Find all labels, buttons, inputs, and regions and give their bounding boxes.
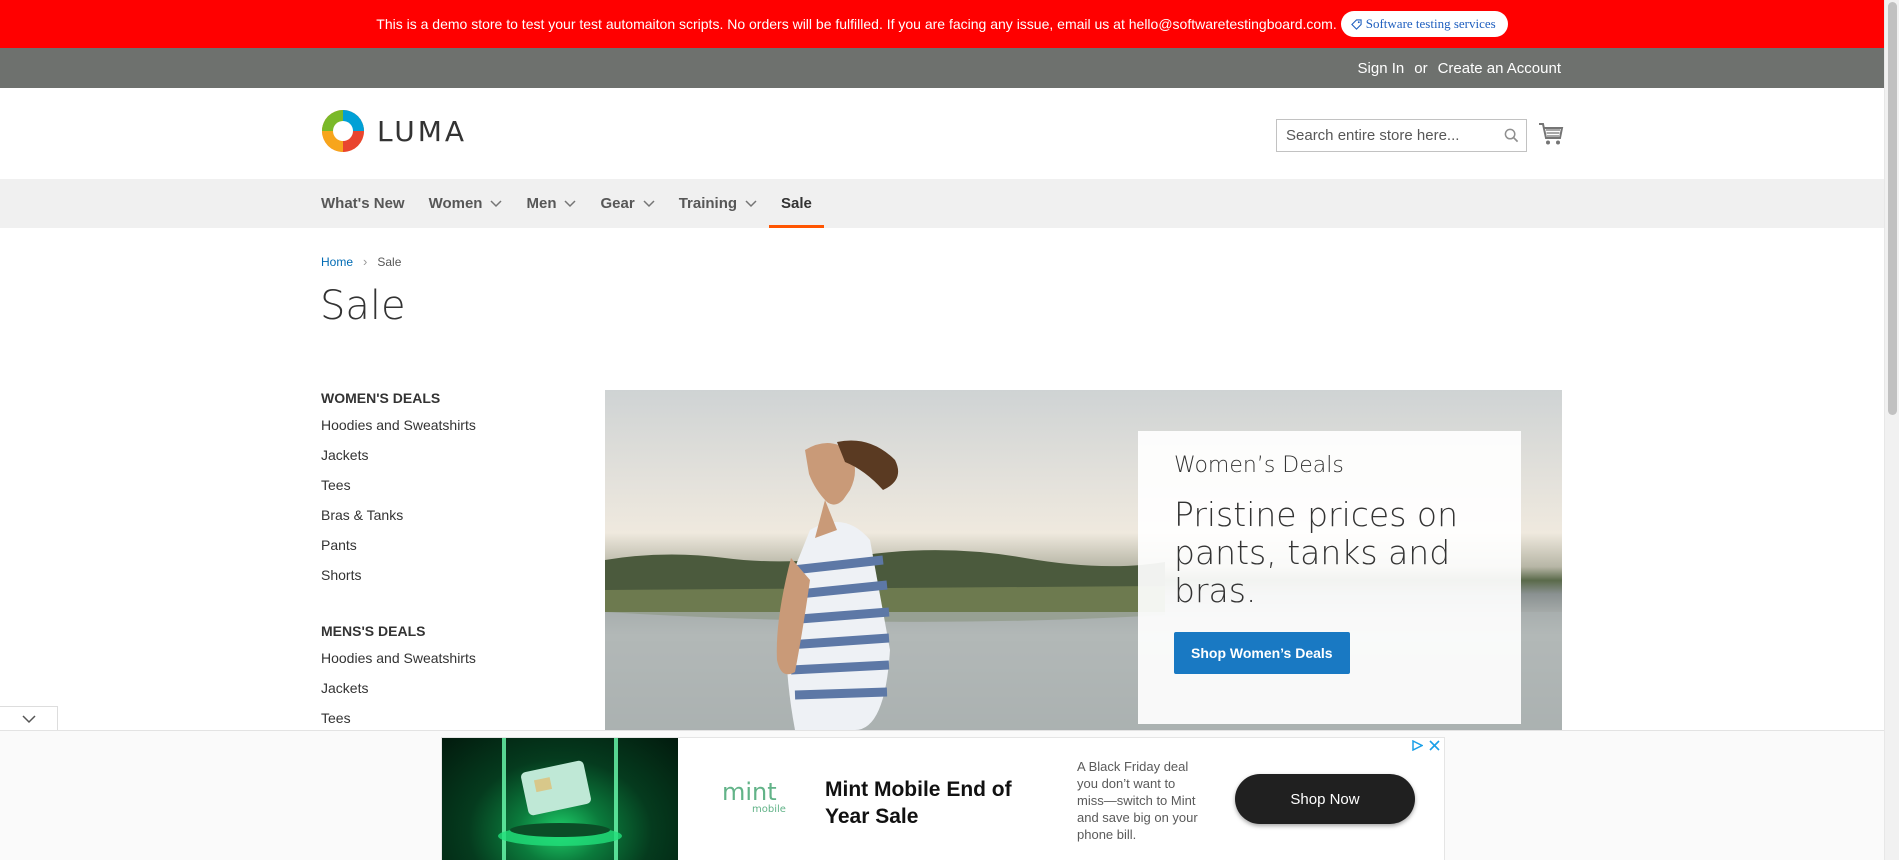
sign-in-link[interactable]: Sign In xyxy=(1358,60,1405,77)
ad-choices[interactable] xyxy=(1412,740,1440,751)
create-account-link[interactable]: Create an Account xyxy=(1438,60,1561,77)
hero-promo-card: Women’s Deals Pristine prices on pants, … xyxy=(1138,431,1521,724)
chevron-down-icon xyxy=(564,199,577,207)
mint-mobile-ad[interactable]: mint mobile Mint Mobile End of Year Sale… xyxy=(441,737,1445,860)
womens-deals-hero[interactable]: Women’s Deals Pristine prices on pants, … xyxy=(605,390,1562,730)
ad-title: Mint Mobile End of Year Sale xyxy=(825,778,1012,828)
luma-logo[interactable]: LUMA xyxy=(321,109,467,153)
sidebar-link-women-jackets[interactable]: Jackets xyxy=(321,445,571,475)
software-testing-services-link[interactable]: Software testing services xyxy=(1340,11,1508,37)
nav-item-sale[interactable]: Sale xyxy=(769,179,824,228)
sidebar-link-women-bras-tanks[interactable]: Bras & Tanks xyxy=(321,505,571,535)
mens-deals-heading: MENS'S DEALS xyxy=(321,623,426,639)
hero-headline: Pristine prices on pants, tanks and bras… xyxy=(1174,495,1458,610)
nav-item-whats-new[interactable]: What's New xyxy=(321,179,417,228)
luma-logo-text: LUMA xyxy=(377,114,468,148)
sidebar-link-men-hoodies[interactable]: Hoodies and Sweatshirts xyxy=(321,648,571,678)
site-header: LUMA xyxy=(0,88,1884,179)
page-title: Sale xyxy=(320,283,406,329)
nav-item-men[interactable]: Men xyxy=(514,179,588,228)
search-input[interactable] xyxy=(1277,120,1496,151)
scrollbar-thumb[interactable] xyxy=(1888,2,1897,415)
breadcrumb-home-link[interactable]: Home xyxy=(321,255,353,269)
header-panel: Sign In or Create an Account xyxy=(0,48,1884,88)
nav-item-women[interactable]: Women xyxy=(417,179,515,228)
sidebar-link-women-shorts[interactable]: Shorts xyxy=(321,565,571,595)
demo-notice-banner: This is a demo store to test your test a… xyxy=(0,0,1884,48)
nav-item-gear[interactable]: Gear xyxy=(588,179,666,228)
bottom-ad-bar: mint mobile Mint Mobile End of Year Sale… xyxy=(0,730,1884,860)
breadcrumb-current: Sale xyxy=(377,254,402,269)
svg-text:mint: mint xyxy=(722,780,777,806)
or-separator: or xyxy=(1414,59,1428,77)
chevron-down-icon xyxy=(745,199,757,207)
search-icon[interactable] xyxy=(1496,120,1526,151)
sidebar-link-women-hoodies[interactable]: Hoodies and Sweatshirts xyxy=(321,415,571,445)
tag-icon xyxy=(1350,18,1362,30)
breadcrumb-separator: › xyxy=(363,254,368,269)
adchoices-icon[interactable] xyxy=(1412,740,1423,751)
ad-shop-now-button[interactable]: Shop Now xyxy=(1235,774,1415,824)
shop-womens-deals-button[interactable]: Shop Women’s Deals xyxy=(1174,632,1350,674)
nav-item-training[interactable]: Training xyxy=(667,179,769,228)
chevron-down-icon xyxy=(643,199,655,207)
luma-logo-icon xyxy=(322,110,364,152)
ad-product-image xyxy=(442,738,678,860)
shopping-cart-icon[interactable] xyxy=(1538,121,1564,147)
page-scrollbar[interactable] xyxy=(1884,0,1899,860)
main-navigation: What's New Women Men Gear Training Sale xyxy=(0,179,1884,228)
breadcrumb: Home › Sale xyxy=(321,254,401,269)
chevron-down-icon xyxy=(21,715,36,724)
demo-notice-text: This is a demo store to test your test a… xyxy=(376,16,1337,32)
sidebar-link-women-pants[interactable]: Pants xyxy=(321,535,571,565)
womens-deals-heading: WOMEN'S DEALS xyxy=(321,390,441,406)
mens-deals-list: Hoodies and Sweatshirts Jackets Tees xyxy=(321,648,571,738)
sidebar-link-women-tees[interactable]: Tees xyxy=(321,475,571,505)
ad-collapse-toggle[interactable] xyxy=(0,706,58,732)
svg-text:mobile: mobile xyxy=(752,804,786,814)
mint-mobile-logo: mint mobile xyxy=(722,778,786,819)
software-testing-services-label: Software testing services xyxy=(1365,16,1496,31)
search-box xyxy=(1276,119,1527,152)
ad-description: A Black Friday deal you don’t want to mi… xyxy=(1077,759,1198,842)
hero-kicker: Women’s Deals xyxy=(1174,453,1344,478)
womens-deals-list: Hoodies and Sweatshirts Jackets Tees Bra… xyxy=(321,415,571,595)
sale-categories-sidebar: WOMEN'S DEALS Hoodies and Sweatshirts Ja… xyxy=(321,390,571,766)
chevron-down-icon xyxy=(490,199,503,207)
close-icon[interactable] xyxy=(1429,740,1440,751)
sidebar-link-men-jackets[interactable]: Jackets xyxy=(321,678,571,708)
